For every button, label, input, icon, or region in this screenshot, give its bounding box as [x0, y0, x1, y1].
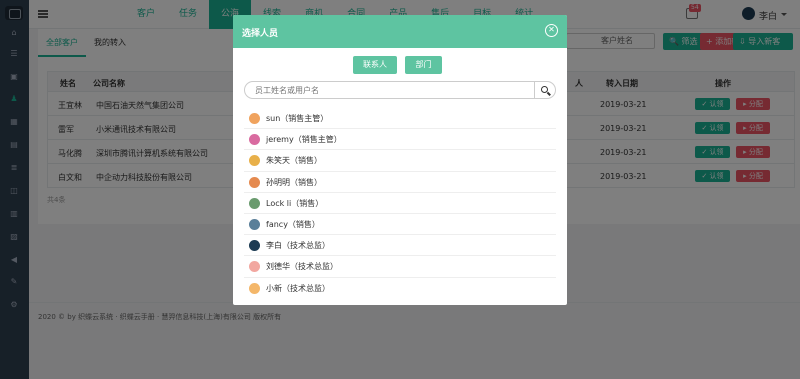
avatar — [249, 176, 260, 188]
person-name: 李白（技术总监） — [266, 241, 330, 251]
avatar — [249, 197, 260, 209]
search-button[interactable] — [534, 81, 556, 99]
employee-search-input[interactable] — [244, 81, 535, 99]
avatar — [249, 134, 260, 146]
person-name: sun（销售主管） — [266, 114, 329, 123]
list-item[interactable]: 小新（技术总监） — [244, 278, 556, 299]
avatar — [249, 218, 260, 230]
person-name: Lock li（销售） — [266, 198, 324, 208]
avatar — [249, 113, 260, 124]
avatar — [249, 240, 260, 252]
tab-contacts[interactable]: 联系人 — [353, 56, 397, 74]
modal-title: 选择人员 — [242, 29, 279, 39]
list-item[interactable]: jeremy（销售主管） — [244, 129, 556, 151]
search-icon — [541, 86, 548, 93]
select-person-modal: 选择人员 ✕ 联系人 部门 sun（销售主管） jeremy（销售主管） 朱笑天… — [233, 15, 567, 305]
person-name: 孙明明（销售） — [266, 177, 322, 187]
list-item[interactable]: sun（销售主管） — [244, 108, 556, 130]
list-item[interactable]: fancy（销售） — [244, 214, 556, 236]
list-item[interactable]: 刘德华（技术总监） — [244, 256, 556, 278]
list-item[interactable]: 朱笑天（销售） — [244, 150, 556, 172]
person-name: jeremy（销售主管） — [266, 135, 342, 145]
close-icon[interactable]: ✕ — [545, 24, 558, 37]
person-list: sun（销售主管） jeremy（销售主管） 朱笑天（销售） 孙明明（销售） L… — [244, 108, 556, 299]
list-item[interactable]: Lock li（销售） — [244, 193, 556, 214]
tab-department[interactable]: 部门 — [405, 56, 442, 74]
person-name: 朱笑天（销售） — [266, 156, 322, 166]
list-item[interactable]: 李白（技术总监） — [244, 235, 556, 257]
modal-header: 选择人员 ✕ — [233, 15, 567, 48]
list-item[interactable]: 孙明明（销售） — [244, 172, 556, 193]
person-name: 小新（技术总监） — [266, 283, 330, 293]
person-name: 刘德华（技术总监） — [266, 262, 338, 272]
avatar — [249, 261, 260, 273]
avatar — [249, 282, 260, 294]
person-name: fancy（销售） — [266, 219, 320, 229]
avatar — [249, 155, 260, 167]
